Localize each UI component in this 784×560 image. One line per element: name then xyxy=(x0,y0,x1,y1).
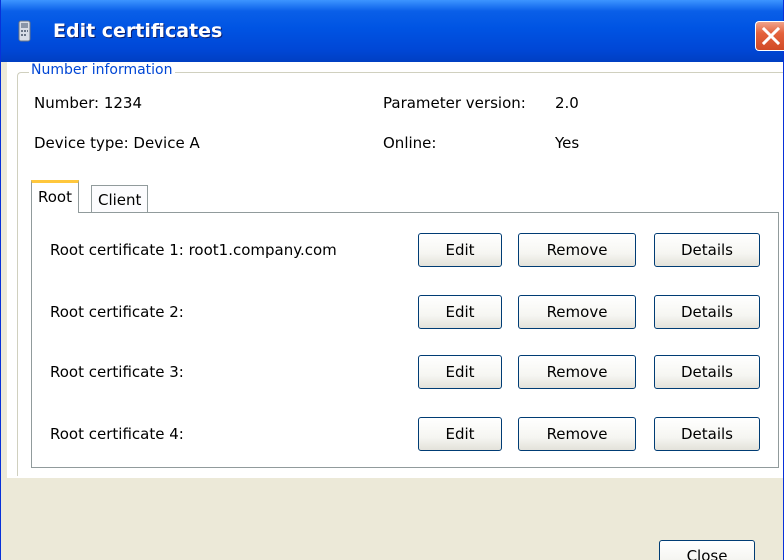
root-certificate-4-label: Root certificate 4: xyxy=(50,425,184,443)
close-icon xyxy=(762,27,780,45)
details-button-3[interactable]: Details xyxy=(654,355,760,389)
remove-button-3[interactable]: Remove xyxy=(518,355,636,389)
tab-root[interactable]: Root xyxy=(31,180,79,213)
online-value: Yes xyxy=(555,134,580,152)
title-bar[interactable]: Edit certificates xyxy=(1,0,784,62)
device-icon xyxy=(18,20,31,42)
root-certificate-1-label: Root certificate 1: root1.company.com xyxy=(50,241,337,259)
details-button-2[interactable]: Details xyxy=(654,295,760,329)
remove-button-4[interactable]: Remove xyxy=(518,417,636,451)
online-label: Online: xyxy=(383,134,437,152)
dialog-content: Number information Number: 1234 Device t… xyxy=(7,62,783,478)
root-certificate-3-label: Root certificate 3: xyxy=(50,363,184,381)
device-type-label: Device type: Device A xyxy=(34,134,200,152)
parameter-version-label: Parameter version: xyxy=(383,94,526,112)
edit-button-1[interactable]: Edit xyxy=(418,233,502,267)
dialog-window: Edit certificates Number information Num… xyxy=(0,0,784,560)
edit-button-2[interactable]: Edit xyxy=(418,295,502,329)
details-button-1[interactable]: Details xyxy=(654,233,760,267)
tab-root-label: Root xyxy=(38,188,72,206)
details-button-4[interactable]: Details xyxy=(654,417,760,451)
remove-button-1[interactable]: Remove xyxy=(518,233,636,267)
remove-button-2[interactable]: Remove xyxy=(518,295,636,329)
edit-button-4[interactable]: Edit xyxy=(418,417,502,451)
window-title: Edit certificates xyxy=(53,20,223,42)
close-window-button[interactable] xyxy=(755,21,784,51)
parameter-version-value: 2.0 xyxy=(555,94,579,112)
root-tab-panel: Root certificate 1: root1.company.com Ed… xyxy=(31,212,779,468)
close-button[interactable]: Close xyxy=(659,540,755,560)
tab-client-label: Client xyxy=(98,191,142,209)
group-legend: Number information xyxy=(29,62,175,78)
tab-client[interactable]: Client xyxy=(91,185,149,213)
edit-button-3[interactable]: Edit xyxy=(418,355,502,389)
root-certificate-2-label: Root certificate 2: xyxy=(50,303,184,321)
number-label: Number: 1234 xyxy=(34,94,142,112)
